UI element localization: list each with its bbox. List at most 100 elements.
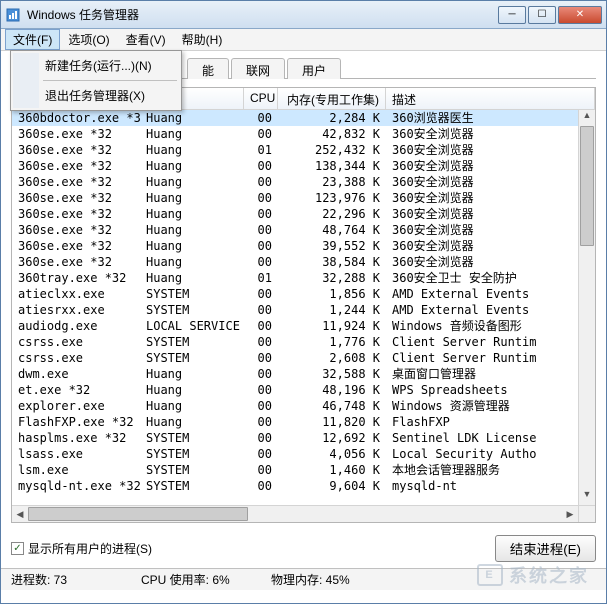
menu-options[interactable]: 选项(O) (60, 29, 117, 50)
table-row[interactable]: lsass.exeSYSTEM004,056 KLocal Security A… (12, 446, 578, 462)
table-row[interactable]: 360bdoctor.exe *32Huang002,284 K360浏览器医生 (12, 110, 578, 126)
titlebar[interactable]: Windows 任务管理器 ─ ☐ ✕ (1, 1, 606, 29)
scroll-thumb-v[interactable] (580, 126, 594, 246)
table-row[interactable]: 360se.exe *32Huang00138,344 K360安全浏览器 (12, 158, 578, 174)
col-desc[interactable]: 描述 (386, 88, 595, 109)
table-row[interactable]: 360se.exe *32Huang0048,764 K360安全浏览器 (12, 222, 578, 238)
cell-cpu: 00 (244, 462, 278, 478)
table-row[interactable]: dwm.exeHuang0032,588 K桌面窗口管理器 (12, 366, 578, 382)
cell-mem: 2,284 K (278, 110, 386, 126)
table-row[interactable]: 360se.exe *32Huang0039,552 K360安全浏览器 (12, 238, 578, 254)
table-row[interactable]: FlashFXP.exe *32Huang0011,820 KFlashFXP (12, 414, 578, 430)
cell-desc: 360浏览器医生 (386, 110, 578, 126)
menu-exit[interactable]: 退出任务管理器(X) (13, 83, 179, 108)
cell-user: Huang (140, 414, 244, 430)
cell-mem: 39,552 K (278, 238, 386, 254)
table-row[interactable]: 360se.exe *32Huang0038,584 K360安全浏览器 (12, 254, 578, 270)
file-dropdown: 新建任务(运行...)(N) 退出任务管理器(X) (10, 50, 182, 111)
table-row[interactable]: csrss.exeSYSTEM001,776 KClient Server Ru… (12, 334, 578, 350)
menu-file[interactable]: 文件(F) (5, 29, 60, 50)
cell-desc: Local Security Autho (386, 446, 578, 462)
cell-cpu: 00 (244, 110, 278, 126)
table-row[interactable]: 360se.exe *32Huang0023,388 K360安全浏览器 (12, 174, 578, 190)
watermark-text: 系统之家 (509, 562, 589, 588)
cell-user: Huang (140, 238, 244, 254)
scroll-right-icon[interactable]: ▶ (562, 506, 578, 522)
cell-name: 360se.exe *32 (12, 190, 140, 206)
table-row[interactable]: 360se.exe *32Huang0042,832 K360安全浏览器 (12, 126, 578, 142)
cell-mem: 1,776 K (278, 334, 386, 350)
tab-networking[interactable]: 联网 (231, 58, 285, 79)
table-row[interactable]: lsm.exeSYSTEM001,460 K本地会话管理器服务 (12, 462, 578, 478)
cell-name: audiodg.exe (12, 318, 140, 334)
scroll-down-icon[interactable]: ▼ (579, 489, 595, 505)
menu-help[interactable]: 帮助(H) (174, 29, 231, 50)
table-row[interactable]: atiesrxx.exeSYSTEM001,244 KAMD External … (12, 302, 578, 318)
cell-desc: FlashFXP (386, 414, 578, 430)
cell-desc: 360安全浏览器 (386, 190, 578, 206)
table-row[interactable]: mysqld-nt.exe *32SYSTEM009,604 Kmysqld-n… (12, 478, 578, 494)
cell-name: 360se.exe *32 (12, 174, 140, 190)
table-body[interactable]: 360bdoctor.exe *32Huang002,284 K360浏览器医生… (12, 110, 578, 505)
cell-mem: 1,856 K (278, 286, 386, 302)
scroll-thumb-h[interactable] (28, 507, 248, 521)
cell-cpu: 00 (244, 238, 278, 254)
col-mem[interactable]: 内存(专用工作集) (278, 88, 386, 109)
cell-name: dwm.exe (12, 366, 140, 382)
cell-cpu: 00 (244, 430, 278, 446)
maximize-button[interactable]: ☐ (528, 6, 556, 24)
cell-cpu: 00 (244, 286, 278, 302)
app-icon (5, 7, 21, 23)
window-title: Windows 任务管理器 (27, 6, 498, 23)
cell-mem: 123,976 K (278, 190, 386, 206)
cell-mem: 252,432 K (278, 142, 386, 158)
cell-desc: 360安全浏览器 (386, 222, 578, 238)
cell-mem: 32,288 K (278, 270, 386, 286)
cell-cpu: 00 (244, 254, 278, 270)
show-all-users-checkbox[interactable]: ✓ (11, 542, 24, 555)
cell-desc: 360安全浏览器 (386, 238, 578, 254)
cell-cpu: 00 (244, 366, 278, 382)
table-row[interactable]: 360tray.exe *32Huang0132,288 K360安全卫士 安全… (12, 270, 578, 286)
table-row[interactable]: 360se.exe *32Huang0022,296 K360安全浏览器 (12, 206, 578, 222)
menu-view[interactable]: 查看(V) (118, 29, 174, 50)
table-row[interactable]: explorer.exeHuang0046,748 KWindows 资源管理器 (12, 398, 578, 414)
table-row[interactable]: 360se.exe *32Huang00123,976 K360安全浏览器 (12, 190, 578, 206)
cell-name: csrss.exe (12, 334, 140, 350)
col-cpu[interactable]: CPU (244, 88, 278, 109)
table-row[interactable]: csrss.exeSYSTEM002,608 KClient Server Ru… (12, 350, 578, 366)
cell-desc: Client Server Runtim (386, 350, 578, 366)
cell-name: 360se.exe *32 (12, 206, 140, 222)
menubar: 文件(F) 选项(O) 查看(V) 帮助(H) (1, 29, 606, 51)
cell-cpu: 00 (244, 206, 278, 222)
cell-user: Huang (140, 142, 244, 158)
menu-new-task[interactable]: 新建任务(运行...)(N) (13, 53, 179, 78)
cell-user: Huang (140, 382, 244, 398)
minimize-button[interactable]: ─ (498, 6, 526, 24)
tab-performance[interactable]: 能 (187, 58, 229, 79)
table-row[interactable]: audiodg.exeLOCAL SERVICE0011,924 KWindow… (12, 318, 578, 334)
table-row[interactable]: et.exe *32Huang0048,196 KWPS Spreadsheet… (12, 382, 578, 398)
cell-name: FlashFXP.exe *32 (12, 414, 140, 430)
horizontal-scrollbar[interactable]: ◀ ▶ (12, 505, 578, 522)
end-process-button[interactable]: 结束进程(E) (495, 535, 596, 562)
vertical-scrollbar[interactable]: ▲ ▼ (578, 110, 595, 505)
scroll-left-icon[interactable]: ◀ (12, 506, 28, 522)
scroll-up-icon[interactable]: ▲ (579, 110, 595, 126)
cell-user: SYSTEM (140, 334, 244, 350)
table-row[interactable]: 360se.exe *32Huang01252,432 K360安全浏览器 (12, 142, 578, 158)
cell-cpu: 00 (244, 446, 278, 462)
cell-user: Huang (140, 222, 244, 238)
table-row[interactable]: hasplms.exe *32SYSTEM0012,692 KSentinel … (12, 430, 578, 446)
cell-user: Huang (140, 398, 244, 414)
cell-name: atiesrxx.exe (12, 302, 140, 318)
cell-cpu: 00 (244, 174, 278, 190)
cell-user: Huang (140, 126, 244, 142)
cell-user: SYSTEM (140, 286, 244, 302)
table-row[interactable]: atieclxx.exeSYSTEM001,856 KAMD External … (12, 286, 578, 302)
cell-mem: 23,388 K (278, 174, 386, 190)
tab-users[interactable]: 用户 (287, 58, 341, 79)
cell-name: atieclxx.exe (12, 286, 140, 302)
close-button[interactable]: ✕ (558, 6, 602, 24)
cell-cpu: 00 (244, 318, 278, 334)
